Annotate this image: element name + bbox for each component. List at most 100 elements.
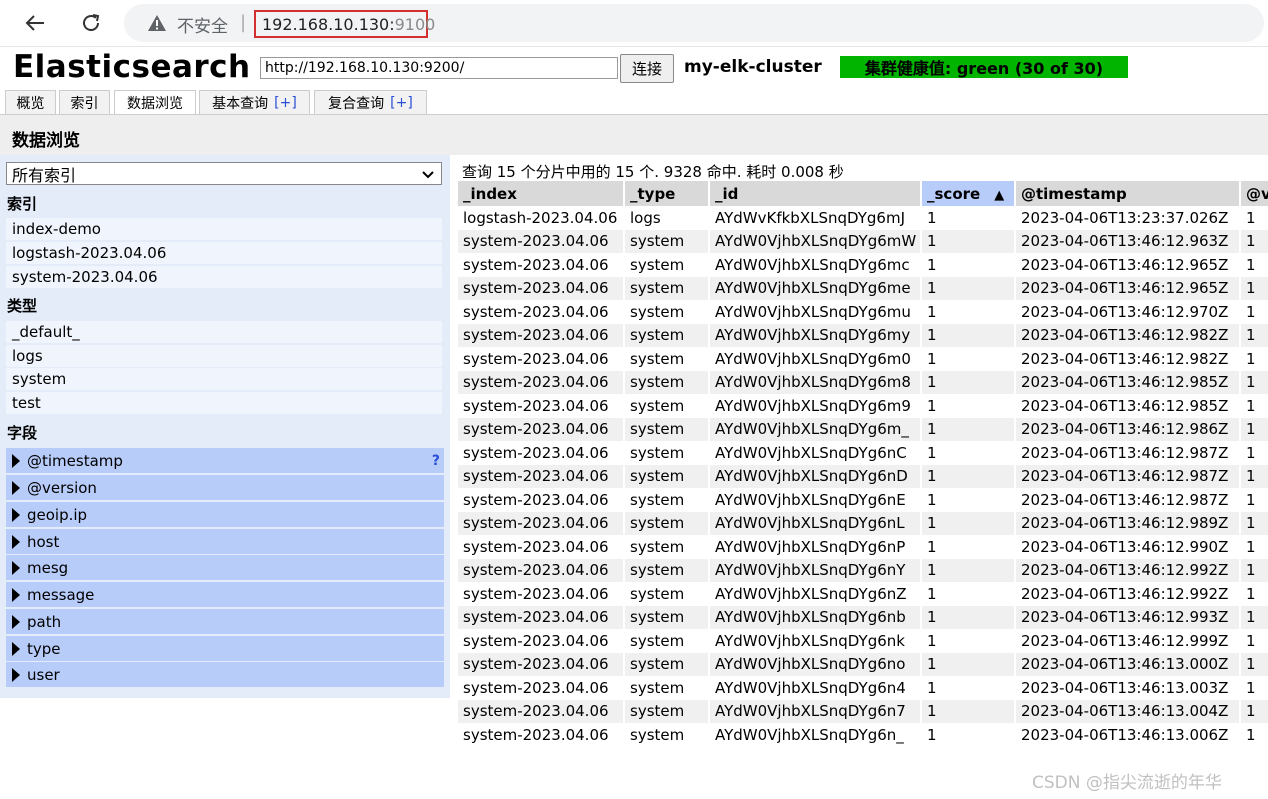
column-header-timestamp[interactable]: @timestamp: [1014, 181, 1240, 206]
cell-timestamp: 2023-04-06T13:46:12.993Z: [1014, 605, 1240, 629]
table-row[interactable]: system-2023.04.06 system AYdW0VjhbXLSnqDYg…: [456, 464, 1268, 488]
cell-type: system: [623, 558, 709, 582]
index-item[interactable]: index-demo: [6, 218, 442, 240]
column-header-version[interactable]: @v: [1239, 181, 1268, 206]
tab-compound-query[interactable]: 复合查询 [+]: [314, 90, 427, 114]
index-item[interactable]: system-2023.04.06: [6, 266, 442, 288]
field-item[interactable]: geoip.ip: [6, 502, 444, 527]
cell-type: system: [623, 676, 709, 700]
cell-index: system-2023.04.06: [456, 582, 624, 606]
url-text[interactable]: 192.168.10.130: 9100: [254, 10, 435, 38]
cell-id: AYdW0VjhbXLSnqDYg6my: [708, 323, 921, 347]
cell-version: 1: [1239, 629, 1268, 653]
type-item[interactable]: _default_: [6, 321, 442, 343]
cell-type: system: [623, 394, 709, 418]
cluster-url-input[interactable]: [260, 57, 618, 79]
table-row[interactable]: system-2023.04.06 system AYdW0VjhbXLSnqDYg…: [456, 253, 1268, 277]
column-header-score[interactable]: _score ▲: [920, 181, 1015, 206]
index-item[interactable]: logstash-2023.04.06: [6, 242, 442, 264]
cell-index: system-2023.04.06: [456, 558, 624, 582]
cell-version: 1: [1239, 699, 1268, 723]
help-icon[interactable]: ?: [432, 453, 440, 469]
table-row[interactable]: system-2023.04.06 system AYdW0VjhbXLSnqDYg…: [456, 511, 1268, 535]
table-row[interactable]: system-2023.04.06 system AYdW0VjhbXLSnqDYg…: [456, 558, 1268, 582]
back-button[interactable]: [20, 8, 50, 38]
cell-id: AYdW0VjhbXLSnqDYg6nk: [708, 629, 921, 653]
cell-type: system: [623, 300, 709, 324]
column-header-id[interactable]: _id: [708, 181, 921, 206]
table-row[interactable]: system-2023.04.06 system AYdW0VjhbXLSnqDYg…: [456, 582, 1268, 606]
cell-timestamp: 2023-04-06T13:46:12.965Z: [1014, 276, 1240, 300]
table-row[interactable]: system-2023.04.06 system AYdW0VjhbXLSnqDYg…: [456, 347, 1268, 371]
cell-score: 1: [920, 206, 1015, 230]
app-title: Elasticsearch: [13, 49, 251, 85]
table-row[interactable]: system-2023.04.06 system AYdW0VjhbXLSnqDYg…: [456, 676, 1268, 700]
table-row[interactable]: system-2023.04.06 system AYdW0VjhbXLSnqDYg…: [456, 723, 1268, 747]
tab-browser[interactable]: 数据浏览: [114, 90, 196, 115]
table-row[interactable]: system-2023.04.06 system AYdW0VjhbXLSnqDYg…: [456, 229, 1268, 253]
column-header-index[interactable]: _index: [456, 181, 624, 206]
tab-indices[interactable]: 索引: [59, 90, 110, 114]
cell-type: system: [623, 464, 709, 488]
type-item[interactable]: test: [6, 392, 442, 414]
cell-timestamp: 2023-04-06T13:46:12.970Z: [1014, 300, 1240, 324]
table-row[interactable]: system-2023.04.06 system AYdW0VjhbXLSnqDYg…: [456, 323, 1268, 347]
section-header: 数据浏览: [0, 114, 1268, 155]
cell-index: system-2023.04.06: [456, 347, 624, 371]
cell-id: AYdW0VjhbXLSnqDYg6nZ: [708, 582, 921, 606]
field-item[interactable]: user: [6, 662, 444, 687]
cell-version: 1: [1239, 558, 1268, 582]
table-row[interactable]: system-2023.04.06 system AYdW0VjhbXLSnqDYg…: [456, 276, 1268, 300]
table-row[interactable]: logstash-2023.04.06 logs AYdWvKfkbXLSnqDYg…: [456, 206, 1268, 230]
warning-icon[interactable]: [147, 13, 167, 33]
cell-score: 1: [920, 276, 1015, 300]
table-row[interactable]: system-2023.04.06 system AYdW0VjhbXLSnqDYg…: [456, 652, 1268, 676]
cell-id: AYdW0VjhbXLSnqDYg6nb: [708, 605, 921, 629]
connect-button[interactable]: 连接: [620, 54, 674, 83]
table-row[interactable]: system-2023.04.06 system AYdW0VjhbXLSnqDYg…: [456, 535, 1268, 559]
field-item[interactable]: mesg: [6, 555, 444, 580]
field-item[interactable]: host: [6, 529, 444, 554]
table-row[interactable]: system-2023.04.06 system AYdW0VjhbXLSnqDYg…: [456, 300, 1268, 324]
cell-timestamp: 2023-04-06T13:46:12.982Z: [1014, 347, 1240, 371]
cell-type: system: [623, 488, 709, 512]
cell-index: system-2023.04.06: [456, 511, 624, 535]
cell-score: 1: [920, 605, 1015, 629]
table-row[interactable]: system-2023.04.06 system AYdW0VjhbXLSnqDYg…: [456, 441, 1268, 465]
cell-type: system: [623, 347, 709, 371]
field-item[interactable]: @timestamp?: [6, 448, 444, 473]
type-item[interactable]: logs: [6, 345, 442, 367]
insecure-label[interactable]: 不安全: [177, 12, 228, 37]
tab-basic-query[interactable]: 基本查询 [+]: [199, 90, 310, 114]
field-name: @timestamp: [27, 451, 123, 470]
table-row[interactable]: system-2023.04.06 system AYdW0VjhbXLSnqDYg…: [456, 699, 1268, 723]
field-item[interactable]: @version: [6, 475, 444, 500]
field-item[interactable]: path: [6, 609, 444, 634]
address-separator: |: [240, 12, 247, 33]
cell-id: AYdW0VjhbXLSnqDYg6m_: [708, 417, 921, 441]
table-row[interactable]: system-2023.04.06 system AYdW0VjhbXLSnqDYg…: [456, 629, 1268, 653]
table-row[interactable]: system-2023.04.06 system AYdW0VjhbXLSnqDYg…: [456, 394, 1268, 418]
type-item[interactable]: system: [6, 368, 442, 390]
index-select[interactable]: 所有索引: [6, 162, 442, 185]
field-item[interactable]: message: [6, 582, 444, 607]
table-row[interactable]: system-2023.04.06 system AYdW0VjhbXLSnqDYg…: [456, 488, 1268, 512]
tab-overview[interactable]: 概览: [5, 90, 56, 114]
cell-version: 1: [1239, 417, 1268, 441]
reload-button[interactable]: [76, 8, 106, 38]
query-summary: 查询 15 个分片中用的 15 个. 9328 命中. 耗时 0.008 秒: [462, 163, 844, 181]
table-row[interactable]: system-2023.04.06 system AYdW0VjhbXLSnqDYg…: [456, 605, 1268, 629]
table-row[interactable]: system-2023.04.06 system AYdW0VjhbXLSnqDYg…: [456, 370, 1268, 394]
add-compound-query[interactable]: [+]: [390, 95, 413, 111]
field-item[interactable]: type: [6, 636, 444, 661]
column-header-type[interactable]: _type: [623, 181, 709, 206]
cell-timestamp: 2023-04-06T13:23:37.026Z: [1014, 206, 1240, 230]
cell-type: system: [623, 699, 709, 723]
cell-id: AYdW0VjhbXLSnqDYg6nL: [708, 511, 921, 535]
add-basic-query[interactable]: [+]: [274, 95, 297, 111]
cell-index: system-2023.04.06: [456, 300, 624, 324]
table-row[interactable]: system-2023.04.06 system AYdW0VjhbXLSnqDYg…: [456, 417, 1268, 441]
field-name: message: [27, 585, 95, 604]
field-name: user: [27, 665, 60, 684]
field-name: type: [27, 639, 61, 658]
